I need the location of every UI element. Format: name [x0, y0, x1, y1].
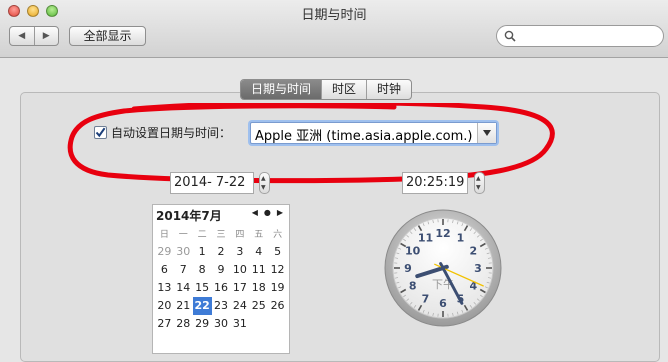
calendar: 2014年7月 ◀ ● ▶ 日一二三四五六 293012345678910111… [152, 204, 290, 354]
stepper-down-icon: ▼ [476, 185, 481, 191]
calendar-day[interactable]: 16 [212, 279, 231, 297]
today-dot-icon[interactable]: ● [264, 208, 271, 218]
calendar-day[interactable]: 7 [174, 261, 193, 279]
search-input[interactable] [496, 25, 664, 47]
calendar-day[interactable]: 19 [268, 279, 287, 297]
forward-button[interactable]: ▶ [34, 27, 59, 45]
weekday-label: 三 [212, 227, 231, 240]
clock-numeral: 12 [435, 227, 450, 240]
weekday-label: 日 [155, 227, 174, 240]
stepper-up-icon: ▲ [261, 176, 266, 182]
back-button[interactable]: ◀ [10, 27, 34, 45]
title-bar: 日期与时间 ◀ ▶ 全部显示 [0, 0, 668, 58]
calendar-month-label: 2014年7月 [156, 207, 222, 224]
calendar-day[interactable]: 6 [155, 261, 174, 279]
calendar-day[interactable]: 20 [155, 297, 174, 315]
calendar-day[interactable]: 22 [193, 297, 212, 315]
next-month-icon[interactable]: ▶ [277, 208, 283, 218]
date-stepper[interactable]: ▲ ▼ [259, 172, 270, 194]
calendar-day[interactable]: 12 [268, 261, 287, 279]
calendar-nav: ◀ ● ▶ [252, 208, 283, 218]
calendar-day[interactable]: 2 [212, 243, 231, 261]
calendar-day[interactable]: 8 [193, 261, 212, 279]
tab-bar: 日期与时间 时区 时钟 [240, 79, 412, 100]
calendar-day[interactable]: 17 [230, 279, 249, 297]
analog-clock: 121234567891011 下午 [383, 208, 503, 328]
calendar-day[interactable]: 5 [268, 243, 287, 261]
calendar-empty-cell [249, 315, 268, 333]
time-field[interactable]: 20:25:19 [402, 172, 468, 194]
tab-date-time[interactable]: 日期与时间 [241, 80, 321, 99]
clock-numeral: 10 [405, 245, 421, 258]
show-all-button[interactable]: 全部显示 [69, 26, 146, 46]
clock-numeral: 7 [422, 292, 430, 305]
clock-numeral: 11 [418, 232, 433, 245]
calendar-day[interactable]: 30 [174, 243, 193, 261]
calendar-day[interactable]: 25 [249, 297, 268, 315]
calendar-day[interactable]: 31 [230, 315, 249, 333]
weekday-label: 四 [230, 227, 249, 240]
tab-time-zone[interactable]: 时区 [321, 80, 366, 99]
previous-month-icon[interactable]: ◀ [252, 208, 258, 218]
stepper-down-icon: ▼ [261, 185, 266, 191]
calendar-day[interactable]: 9 [212, 261, 231, 279]
stepper-up-icon: ▲ [476, 176, 481, 182]
weekday-label: 一 [174, 227, 193, 240]
calendar-day[interactable]: 29 [155, 243, 174, 261]
calendar-day[interactable]: 3 [230, 243, 249, 261]
calendar-day[interactable]: 4 [249, 243, 268, 261]
date-field[interactable]: 2014- 7-22 [170, 172, 254, 194]
clock-numeral: 3 [474, 262, 482, 275]
calendar-day[interactable]: 21 [174, 297, 193, 315]
calendar-day[interactable]: 26 [268, 297, 287, 315]
calendar-day[interactable]: 30 [212, 315, 231, 333]
calendar-day[interactable]: 15 [193, 279, 212, 297]
clock-numeral: 6 [439, 297, 447, 310]
calendar-day[interactable]: 29 [193, 315, 212, 333]
calendar-empty-cell [268, 315, 287, 333]
weekday-label: 二 [193, 227, 212, 240]
search-icon [504, 30, 516, 42]
clock-center-pin [441, 266, 446, 271]
weekday-header: 日一二三四五六 [155, 227, 287, 240]
time-stepper[interactable]: ▲ ▼ [474, 172, 485, 194]
clock-numeral: 9 [404, 262, 412, 275]
clock-numeral: 8 [409, 280, 417, 293]
clock-numeral: 2 [469, 245, 477, 258]
calendar-day[interactable]: 18 [249, 279, 268, 297]
calendar-day[interactable]: 24 [230, 297, 249, 315]
tab-clock[interactable]: 时钟 [366, 80, 411, 99]
calendar-day[interactable]: 10 [230, 261, 249, 279]
calendar-days: 2930123456789101112131415161718192021222… [155, 243, 287, 333]
calendar-day[interactable]: 27 [155, 315, 174, 333]
calendar-day[interactable]: 1 [193, 243, 212, 261]
annotation-circle [64, 103, 564, 185]
weekday-label: 六 [268, 227, 287, 240]
calendar-day[interactable]: 14 [174, 279, 193, 297]
nav-buttons: ◀ ▶ [9, 26, 59, 46]
calendar-day[interactable]: 23 [212, 297, 231, 315]
window-title: 日期与时间 [0, 4, 668, 23]
calendar-day[interactable]: 28 [174, 315, 193, 333]
weekday-label: 五 [249, 227, 268, 240]
calendar-day[interactable]: 11 [249, 261, 268, 279]
clock-numeral: 1 [457, 232, 465, 245]
calendar-day[interactable]: 13 [155, 279, 174, 297]
